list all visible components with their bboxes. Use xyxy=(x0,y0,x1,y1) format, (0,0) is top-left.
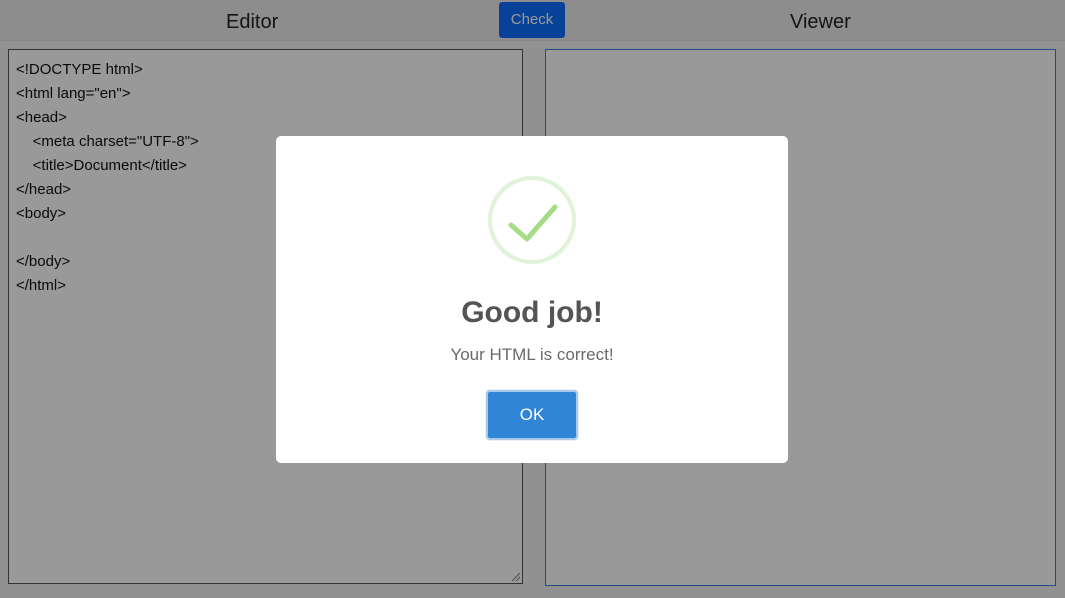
ok-button[interactable]: OK xyxy=(486,390,578,440)
dialog-title: Good job! xyxy=(461,296,603,329)
success-dialog: Good job! Your HTML is correct! OK xyxy=(276,136,788,463)
app-window: Editor Check Viewer <!DOCTYPE html> <htm… xyxy=(0,0,1065,598)
check-mark-icon xyxy=(508,204,558,242)
dialog-message: Your HTML is correct! xyxy=(450,345,614,364)
success-check-icon xyxy=(488,176,576,264)
